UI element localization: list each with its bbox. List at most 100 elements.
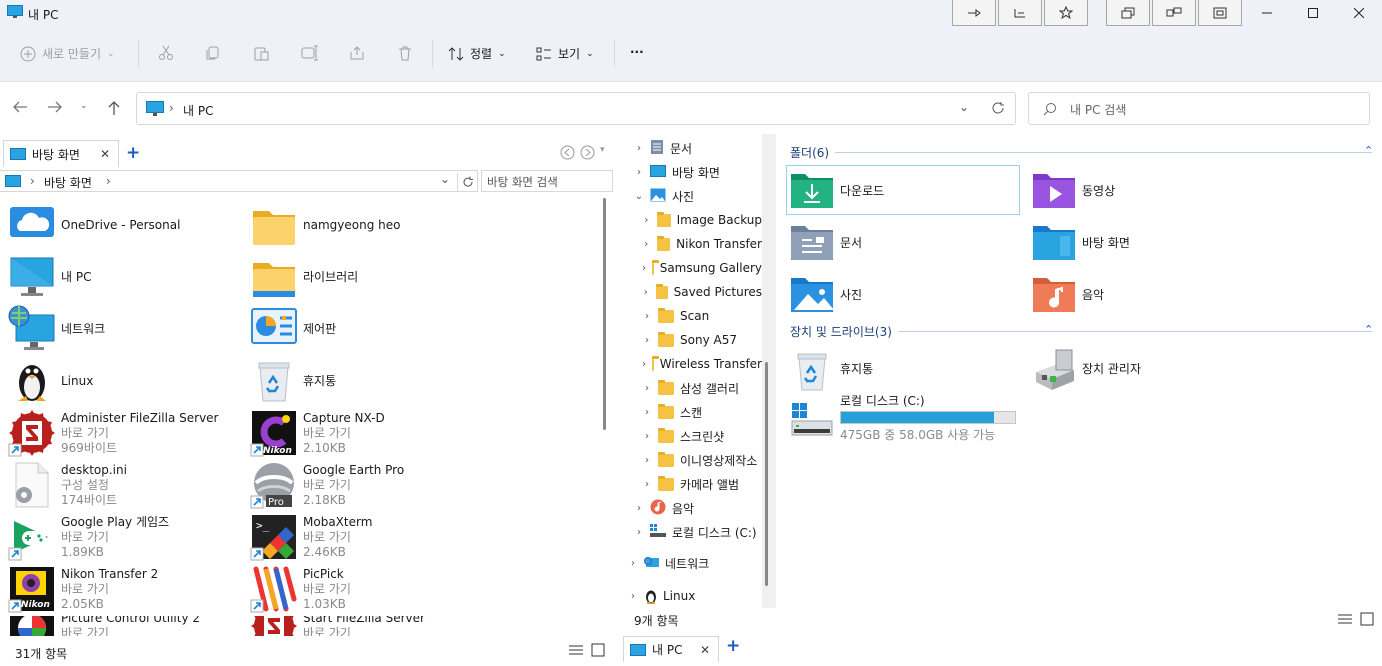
- tree-item[interactable]: › Sony A57: [642, 329, 762, 351]
- tree-item[interactable]: › Nikon Transfer: [642, 233, 762, 255]
- file-item[interactable]: Pro Google Earth Pro 바로 가기 2.18KB: [250, 460, 404, 510]
- folders-section-header[interactable]: 폴더(6): [790, 144, 1372, 160]
- paste-button[interactable]: [253, 45, 269, 61]
- chevron-right-icon[interactable]: ›: [642, 287, 650, 298]
- tree-item[interactable]: › 카메라 앨범: [642, 473, 762, 495]
- chevron-right-icon[interactable]: ›: [634, 167, 644, 178]
- file-item[interactable]: Start FileZilla Server 바로 가기: [250, 616, 425, 636]
- tree-item[interactable]: › 이니영상제작소: [642, 449, 762, 471]
- left-search-box[interactable]: 바탕 화면 검색: [481, 170, 613, 192]
- device-manager[interactable]: 장치 관리자: [1032, 343, 1141, 393]
- folder-tile[interactable]: 바탕 화면: [1032, 217, 1130, 267]
- tree-item[interactable]: › 바탕 화면: [634, 161, 762, 183]
- share-button[interactable]: [349, 45, 365, 61]
- file-item[interactable]: Google Play 게임즈 바로 가기 1.89KB: [8, 512, 169, 562]
- chevron-right-icon[interactable]: ›: [642, 431, 652, 442]
- new-button[interactable]: 새로 만들기 ⌄: [20, 45, 115, 62]
- sort-button[interactable]: 정렬 ⌄: [448, 45, 506, 62]
- chevron-down-icon[interactable]: ⌄: [634, 191, 644, 202]
- tree-item[interactable]: › Scan: [642, 305, 762, 327]
- tiles-view-button[interactable]: [591, 643, 605, 660]
- new-tab-button[interactable]: +: [726, 636, 740, 656]
- view-button[interactable]: 보기 ⌄: [536, 45, 594, 62]
- chevron-right-icon[interactable]: ›: [642, 311, 652, 322]
- tab-my-pc[interactable]: 내 PC ✕: [623, 636, 719, 662]
- folder-tile[interactable]: 다운로드: [786, 165, 1020, 215]
- folder-tile[interactable]: 동영상: [1032, 165, 1115, 215]
- file-item[interactable]: desktop.ini 구성 설정 174바이트: [8, 460, 127, 510]
- pane-history-button[interactable]: ▾: [600, 145, 605, 155]
- close-button[interactable]: [1344, 4, 1374, 22]
- layout-button-1[interactable]: [1106, 0, 1150, 26]
- folder-tile[interactable]: 사진: [790, 269, 862, 319]
- address-bar[interactable]: › 내 PC ⌄: [136, 92, 1016, 125]
- chevron-right-icon[interactable]: ›: [634, 527, 644, 538]
- file-item[interactable]: namgyeong heo: [250, 200, 400, 250]
- minimize-button[interactable]: [1252, 4, 1282, 22]
- back-button[interactable]: [12, 100, 28, 117]
- more-options-button[interactable]: ···: [630, 45, 644, 59]
- layout-button-2[interactable]: [1152, 0, 1196, 26]
- details-view-button[interactable]: [569, 644, 583, 659]
- remote-button[interactable]: [998, 0, 1042, 26]
- file-item[interactable]: 내 PC: [8, 252, 91, 302]
- copy-button[interactable]: [205, 45, 221, 61]
- tree-item[interactable]: › 스크린샷: [642, 425, 762, 447]
- file-item[interactable]: Nikon Capture NX-D 바로 가기 2.10KB: [250, 408, 385, 458]
- file-item[interactable]: OneDrive - Personal: [8, 200, 180, 250]
- left-address-bar[interactable]: › 바탕 화면 › ⌄: [0, 170, 478, 192]
- file-item[interactable]: 휴지통: [250, 356, 336, 406]
- chevron-right-icon[interactable]: ›: [642, 407, 652, 418]
- drive-c[interactable]: 로컬 디스크 (C:) 475GB 중 58.0GB 사용 가능: [790, 392, 1016, 442]
- tree-item[interactable]: › Saved Pictures: [642, 281, 762, 303]
- pin-button[interactable]: [952, 0, 996, 26]
- file-item[interactable]: Nikon Nikon Transfer 2 바로 가기 2.05KB: [8, 564, 158, 614]
- address-history-button[interactable]: ⌄: [959, 100, 969, 114]
- tree-item[interactable]: › Image Backup: [642, 209, 762, 231]
- file-item[interactable]: >_ MobaXterm 바로 가기 2.46KB: [250, 512, 372, 562]
- chevron-right-icon[interactable]: ›: [634, 143, 644, 154]
- left-refresh-button[interactable]: [457, 173, 477, 191]
- folder-tile[interactable]: 문서: [790, 217, 862, 267]
- pane-forward-button[interactable]: [580, 145, 595, 163]
- file-item[interactable]: Administer FileZilla Server 바로 가기 969바이트: [8, 408, 219, 458]
- chevron-right-icon[interactable]: ›: [642, 239, 651, 250]
- chevron-right-icon[interactable]: ›: [642, 359, 646, 370]
- search-box[interactable]: 내 PC 검색: [1028, 92, 1370, 125]
- tree-item[interactable]: › 음악: [634, 497, 762, 519]
- tree-item-network[interactable]: › 네트워크: [628, 552, 762, 574]
- maximize-button[interactable]: [1298, 4, 1328, 22]
- chevron-right-icon[interactable]: ›: [642, 335, 652, 346]
- tree-item[interactable]: ⌄ 사진: [634, 185, 762, 207]
- up-button[interactable]: [107, 100, 121, 119]
- details-view-button[interactable]: [1338, 613, 1352, 628]
- pane-back-button[interactable]: [560, 145, 575, 163]
- delete-button[interactable]: [397, 45, 413, 61]
- refresh-button[interactable]: [991, 101, 1005, 118]
- folder-tile[interactable]: 음악: [1032, 269, 1104, 319]
- recent-locations-button[interactable]: ⌄: [80, 101, 88, 111]
- close-tab-button[interactable]: ✕: [700, 643, 710, 657]
- tiles-view-button[interactable]: [1360, 612, 1374, 629]
- tree-item[interactable]: › Wireless Transfer: [642, 353, 762, 375]
- tree-scrollbar-thumb[interactable]: [765, 362, 768, 586]
- vertical-scrollbar[interactable]: [603, 198, 606, 430]
- chevron-right-icon[interactable]: ›: [642, 455, 652, 466]
- chevron-right-icon[interactable]: ›: [642, 479, 652, 490]
- file-item[interactable]: 제어판: [250, 304, 336, 354]
- close-tab-button[interactable]: ✕: [100, 147, 110, 161]
- file-item[interactable]: PicPick 바로 가기 1.03KB: [250, 564, 351, 614]
- chevron-right-icon[interactable]: ›: [642, 263, 646, 274]
- file-item[interactable]: 라이브러리: [250, 252, 358, 302]
- tree-item[interactable]: › 삼성 갤러리: [642, 377, 762, 399]
- file-item[interactable]: Picture Control Utility 2 바로 가기: [8, 616, 200, 636]
- favorite-button[interactable]: [1044, 0, 1088, 26]
- chevron-right-icon[interactable]: ›: [642, 215, 651, 226]
- breadcrumb-location[interactable]: 내 PC: [183, 102, 213, 119]
- chevron-right-icon[interactable]: ›: [642, 383, 652, 394]
- device-recycle-bin[interactable]: 휴지통: [790, 343, 873, 393]
- cut-button[interactable]: [158, 45, 174, 61]
- tree-item[interactable]: › 로컬 디스크 (C:): [634, 521, 762, 543]
- file-item[interactable]: Linux: [8, 356, 93, 406]
- file-item[interactable]: 네트워크: [8, 304, 105, 354]
